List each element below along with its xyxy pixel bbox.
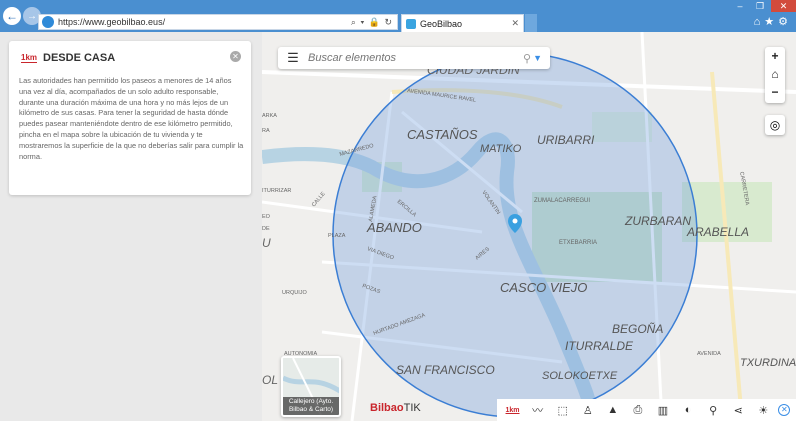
bilbaotik-logo: BilbaoTIK bbox=[370, 402, 421, 414]
label-uribarri: URIBARRI bbox=[537, 133, 595, 147]
km-logo: 1km bbox=[21, 53, 38, 63]
label-calle: CALLE bbox=[311, 191, 327, 208]
label-eo: EO bbox=[262, 214, 271, 220]
label-iturrizar: ITURRIZAR bbox=[262, 188, 291, 194]
back-button[interactable]: ← bbox=[3, 7, 21, 25]
label-matiko: MATIKO bbox=[480, 143, 522, 155]
sun-icon[interactable]: ☀ bbox=[753, 404, 773, 417]
address-tools-icon[interactable]: ⌕ ▾ 🔒 ↻ bbox=[351, 17, 397, 28]
km-radius-icon[interactable]: 1km bbox=[503, 407, 523, 414]
zoom-in-button[interactable]: + bbox=[765, 47, 785, 65]
browser-chrome: ← → https://www.geobilbao.eus/ ⌕ ▾ 🔒 ↻ G… bbox=[0, 0, 796, 32]
card-description: Las autoridades han permitido los paseos… bbox=[19, 76, 244, 161]
chevron-down-icon[interactable]: ▼ bbox=[533, 53, 542, 63]
tab-close-icon[interactable]: ✕ bbox=[511, 18, 523, 29]
zoom-out-button[interactable]: − bbox=[765, 83, 785, 101]
site-icon bbox=[42, 16, 54, 28]
label-begona: BEGOÑA bbox=[612, 322, 663, 336]
label-zumalacarregui: ZUMALACARREGUI bbox=[534, 198, 590, 204]
label-abando: ABANDO bbox=[366, 220, 422, 235]
label-urquijo: URQUIJO bbox=[282, 290, 307, 296]
home-icon[interactable]: ⌂ bbox=[765, 65, 785, 83]
close-window-icon[interactable]: ✕ bbox=[771, 0, 796, 12]
basemap-thumbnail[interactable]: Callejero (Ayto. Bilbao & Carto) bbox=[281, 356, 341, 417]
label-casco-viejo: CASCO VIEJO bbox=[500, 280, 587, 295]
label-txurdina: TXURDINA bbox=[740, 357, 796, 369]
label-de: DE bbox=[262, 226, 270, 232]
maximize-icon[interactable]: ❐ bbox=[750, 0, 770, 12]
map-view[interactable]: CIUDAD JARDIN CASTAÑOS MATIKO URIBARRI A… bbox=[262, 32, 796, 421]
menu-icon[interactable]: ☰ bbox=[278, 50, 308, 66]
search-icon[interactable]: ⚲ bbox=[523, 52, 531, 65]
label-castanos: CASTAÑOS bbox=[407, 127, 478, 142]
label-san-francisco: SAN FRANCISCO bbox=[396, 363, 495, 377]
left-panel: 1km DESDE CASA ✕ Las autoridades han per… bbox=[0, 32, 262, 421]
locate-icon[interactable]: ◎ bbox=[765, 115, 785, 135]
minimize-icon[interactable]: ‒ bbox=[730, 0, 750, 12]
walking-radius-circle bbox=[332, 52, 698, 418]
label-solokoetxe: SOLOKOETXE bbox=[542, 370, 618, 382]
tab-title: GeoBilbao bbox=[420, 18, 463, 29]
brand-name: Bilbao bbox=[370, 402, 404, 414]
label-u: U bbox=[262, 236, 271, 250]
measure-line-icon[interactable]: 〰 bbox=[528, 402, 548, 418]
new-tab-button[interactable] bbox=[525, 14, 537, 32]
highway bbox=[710, 71, 744, 421]
address-bar[interactable]: https://www.geobilbao.eus/ ⌕ ▾ 🔒 ↻ bbox=[38, 14, 398, 30]
user-location-icon[interactable]: ⚲ bbox=[703, 404, 723, 417]
label-arabella: ARABELLA bbox=[686, 225, 749, 239]
close-tools-icon[interactable]: ✕ bbox=[778, 404, 791, 416]
label-plaza: PLAZA bbox=[328, 233, 346, 239]
search-input[interactable] bbox=[308, 52, 524, 64]
label-zurbaran: ZURBARAN bbox=[624, 214, 691, 228]
close-icon[interactable]: ✕ bbox=[230, 51, 241, 62]
card-title: DESDE CASA bbox=[43, 52, 116, 64]
map-canvas[interactable]: CIUDAD JARDIN CASTAÑOS MATIKO URIBARRI A… bbox=[262, 32, 796, 421]
label-avenida: AVENIDA bbox=[697, 351, 721, 357]
label-etxebarria: ETXEBARRIA bbox=[559, 240, 597, 246]
favicon-icon bbox=[406, 18, 416, 29]
elevation-profile-icon[interactable]: ▲ bbox=[603, 404, 623, 416]
url-text[interactable]: https://www.geobilbao.eus/ bbox=[58, 17, 351, 27]
brand-suffix: TIK bbox=[403, 402, 421, 414]
label-arka: ARKA bbox=[262, 113, 277, 119]
label-iturralde: ITURRALDE bbox=[565, 339, 634, 353]
compare-icon[interactable]: ▥ bbox=[653, 404, 673, 417]
measure-area-icon[interactable]: ⬚ bbox=[553, 404, 573, 417]
info-card: 1km DESDE CASA ✕ Las autoridades han per… bbox=[9, 41, 251, 195]
globe-icon[interactable]: ◐ bbox=[678, 404, 698, 416]
card-header: 1km DESDE CASA bbox=[21, 52, 115, 64]
tools-toolbar: 1km 〰 ⬚ ♙ ▲ ⎙ ▥ ◐ ⚲ ⋖ ☀ ✕ bbox=[497, 399, 796, 421]
zoom-controls: + ⌂ − bbox=[765, 47, 785, 103]
streetview-icon[interactable]: ♙ bbox=[578, 404, 598, 417]
marker-dot bbox=[512, 218, 518, 224]
print-icon[interactable]: ⎙ bbox=[628, 404, 648, 417]
home-star-gear-icons[interactable]: ⌂★⚙ bbox=[754, 15, 792, 28]
search-box[interactable]: ☰ ⚲ ▼ bbox=[278, 47, 550, 69]
share-icon[interactable]: ⋖ bbox=[728, 404, 748, 417]
label-ol: OL bbox=[262, 373, 278, 387]
tab-geobilbao[interactable]: GeoBilbao ✕ bbox=[401, 14, 524, 32]
label-ra: RA bbox=[262, 128, 270, 134]
thumbnail-label: Callejero (Ayto. Bilbao & Carto) bbox=[283, 397, 339, 415]
